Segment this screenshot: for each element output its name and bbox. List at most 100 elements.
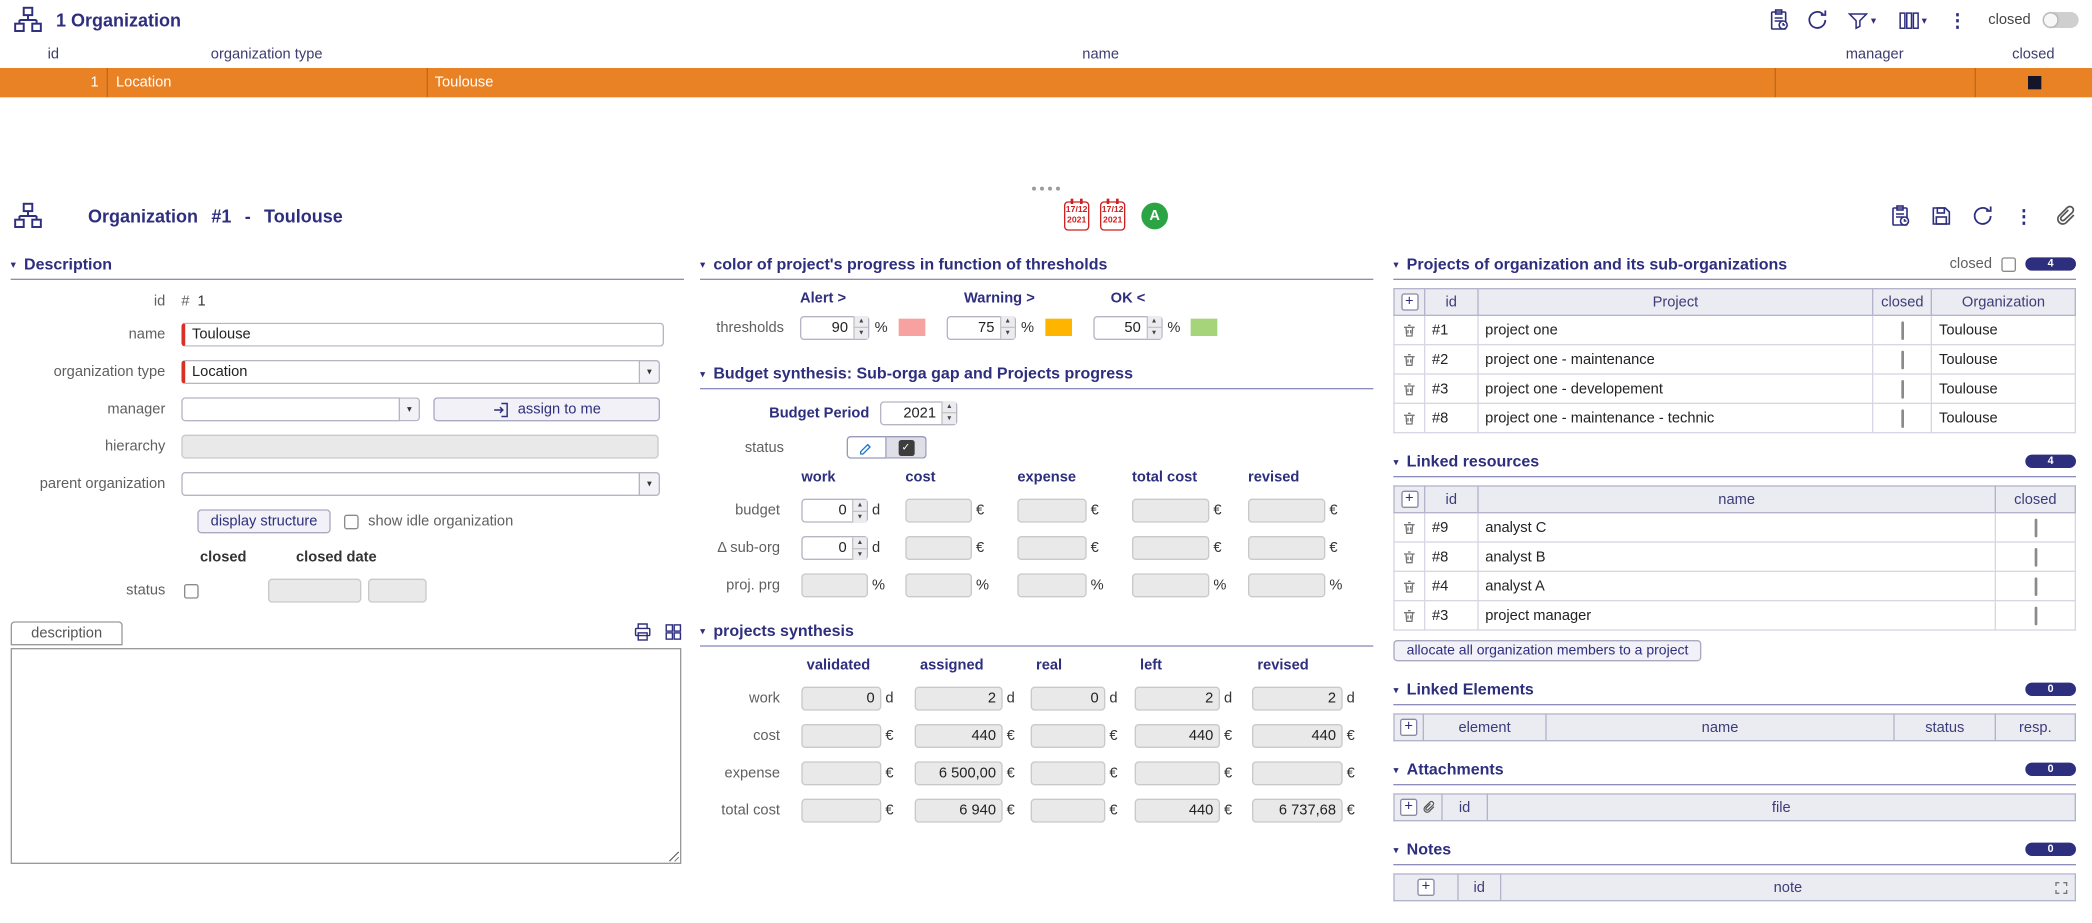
refresh-icon[interactable] [1969, 203, 1996, 230]
org-chart-icon [13, 5, 42, 34]
refresh-icon[interactable] [1804, 7, 1831, 34]
spinner[interactable]: ▲▼ [853, 316, 868, 337]
display-structure-button[interactable]: display structure [197, 509, 330, 533]
status-draft-button[interactable] [847, 436, 887, 459]
spinner[interactable]: ▲▼ [1146, 316, 1161, 337]
grid-icon[interactable] [663, 621, 684, 642]
add-element-button[interactable]: + [1400, 719, 1417, 736]
section-budget-synthesis[interactable]: ▾ Budget synthesis: Sub-orga gap and Pro… [700, 361, 1373, 389]
show-idle-checkbox[interactable] [344, 514, 359, 529]
row-closed-checkbox[interactable] [2034, 606, 2037, 625]
row-closed-checkbox[interactable] [1901, 379, 1904, 398]
checklist-icon[interactable] [1887, 203, 1914, 230]
delete-icon[interactable] [1401, 607, 1417, 623]
delete-icon[interactable] [1401, 549, 1417, 565]
caret-down-icon: ▾ [1871, 14, 1876, 26]
table-row[interactable]: #3 project manager [1394, 601, 2075, 630]
table-row[interactable]: #9 analyst C [1394, 513, 2075, 542]
resources-col-id: id [1425, 486, 1478, 513]
row-closed-checkbox[interactable] [2034, 518, 2037, 537]
kebab-menu-icon[interactable]: ⋮ [2011, 203, 2038, 230]
row-closed-checkbox[interactable] [2034, 577, 2037, 596]
pane-splitter[interactable] [0, 180, 2092, 196]
budget-status-label: status [700, 439, 800, 455]
filter-icon[interactable]: ▾ [1843, 7, 1880, 34]
section-linked-elements[interactable]: ▾ Linked Elements 0 [1393, 677, 2076, 705]
section-description[interactable]: ▾ Description [11, 252, 684, 280]
parent-organization-select[interactable] [181, 472, 640, 496]
tab-description[interactable]: description [11, 621, 123, 645]
table-row[interactable]: #8 analyst B [1394, 542, 2075, 571]
delete-icon[interactable] [1401, 322, 1417, 338]
delete-icon[interactable] [1401, 381, 1417, 397]
prg-cost-input [905, 573, 972, 597]
name-input[interactable] [181, 323, 664, 347]
kebab-menu-icon[interactable]: ⋮ [1944, 7, 1971, 34]
add-resource-button[interactable]: + [1401, 491, 1418, 508]
collapse-triangle-icon: ▾ [1393, 455, 1398, 467]
section-linked-resources[interactable]: ▾ Linked resources 4 [1393, 449, 2076, 477]
delete-icon[interactable] [1401, 351, 1417, 367]
assign-to-me-button[interactable]: assign to me [433, 397, 660, 421]
section-projects[interactable]: ▾ Projects of organization and its sub-o… [1393, 252, 2076, 280]
delete-icon[interactable] [1401, 410, 1417, 426]
status-validated-button[interactable]: ✓ [887, 436, 927, 459]
section-thresholds[interactable]: ▾ color of project's progress in functio… [700, 252, 1373, 280]
columns-icon[interactable]: ▾ [1892, 7, 1932, 34]
spinner[interactable]: ▲▼ [941, 401, 956, 422]
elements-table: + element name status resp. [1393, 713, 2076, 741]
caret-down-icon[interactable]: ▾ [640, 472, 660, 496]
manager-select[interactable] [181, 397, 400, 421]
row-closed-checkbox[interactable] [1901, 350, 1904, 369]
resources-count-badge: 4 [2025, 455, 2076, 468]
table-row[interactable]: #4 analyst A [1394, 571, 2075, 600]
suborg-cost-input [905, 536, 972, 560]
table-row[interactable]: #1 project one Toulouse [1394, 315, 2075, 344]
delete-icon[interactable] [1401, 578, 1417, 594]
section-notes[interactable]: ▾ Notes 0 [1393, 837, 2076, 865]
collapse-triangle-icon: ▾ [11, 258, 16, 270]
save-icon[interactable] [1928, 203, 1955, 230]
notes-count-badge: 0 [2025, 843, 2076, 856]
projects-table: + id Project closed Organization #1 proj… [1393, 288, 2076, 433]
table-row[interactable]: #3 project one - developement Toulouse [1394, 374, 2075, 403]
delete-icon[interactable] [1401, 519, 1417, 535]
closed-checkbox[interactable] [2027, 76, 2040, 89]
add-note-button[interactable]: + [1417, 879, 1434, 896]
status-label: status [11, 583, 182, 599]
organization-type-select[interactable] [181, 360, 640, 384]
collapse-triangle-icon: ▾ [700, 625, 705, 637]
paperclip-icon[interactable] [1421, 800, 1436, 815]
page-title: 1 Organization [56, 10, 181, 30]
caret-down-icon[interactable]: ▾ [640, 360, 660, 384]
report-icon[interactable] [1766, 7, 1793, 34]
budget-table-headers: work cost expense total cost revised [700, 469, 1373, 485]
row-closed-checkbox[interactable] [1901, 321, 1904, 340]
section-attachments[interactable]: ▾ Attachments 0 [1393, 757, 2076, 785]
table-row[interactable]: #2 project one - maintenance Toulouse [1394, 345, 2075, 374]
add-attachment-button[interactable]: + [1400, 799, 1417, 816]
allocate-members-button[interactable]: allocate all organization members to a p… [1393, 640, 1701, 661]
attachment-icon[interactable] [2052, 203, 2079, 230]
cell-organization-type: Location [107, 68, 427, 97]
projects-closed-checkbox[interactable] [2001, 257, 2016, 272]
closed-toggle[interactable] [2043, 12, 2079, 28]
expand-icon[interactable] [2053, 880, 2069, 896]
caret-down-icon[interactable]: ▾ [400, 397, 420, 421]
id-value: 1 [197, 293, 205, 309]
row-closed-checkbox[interactable] [1901, 409, 1904, 428]
row-closed-checkbox[interactable] [2034, 547, 2037, 566]
closed-checkbox[interactable] [184, 583, 199, 598]
spinner[interactable]: ▲▼ [1000, 316, 1015, 337]
attachments-col-id: id [1442, 794, 1487, 821]
print-icon[interactable] [632, 621, 653, 642]
list-column-headers: id organization type name manager closed [0, 40, 2092, 68]
organization-row-selected[interactable]: 1 Location Toulouse [0, 68, 2092, 97]
synthesis-expense-row: expense € € € € € [700, 761, 1373, 785]
prg-revised-input [1248, 573, 1325, 597]
description-textarea[interactable] [11, 648, 682, 864]
add-project-button[interactable]: + [1401, 293, 1418, 310]
thresholds-label: thresholds [700, 319, 800, 335]
section-projects-synthesis[interactable]: ▾ projects synthesis [700, 619, 1373, 647]
table-row[interactable]: #8 project one - maintenance - technic T… [1394, 403, 2075, 432]
